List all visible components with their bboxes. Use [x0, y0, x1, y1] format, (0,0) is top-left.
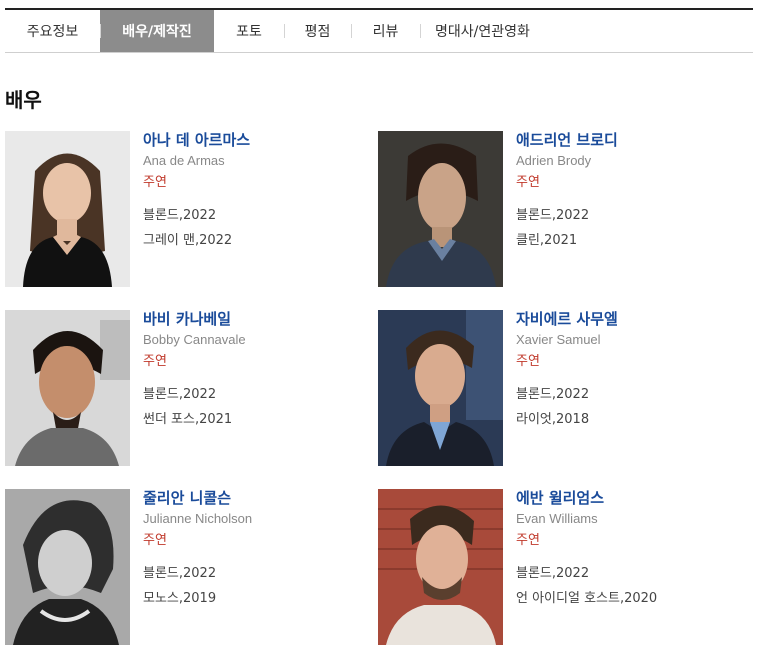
tab-cast-crew[interactable]: 배우/제작진	[100, 10, 214, 52]
tab-rating[interactable]: 평점	[284, 10, 351, 52]
tab-quotes-related[interactable]: 명대사/연관영화	[420, 10, 545, 52]
actor-photo[interactable]	[5, 489, 130, 645]
actor-photo[interactable]	[378, 131, 503, 287]
actor-role: 주연	[143, 175, 167, 190]
filmography-item[interactable]: 언 아이디얼 호스트,2020	[516, 590, 657, 608]
filmography-item[interactable]: 블론드,2022	[143, 386, 246, 404]
actor-role: 주연	[516, 354, 540, 369]
actor-name-english: Julianne Nicholson	[143, 511, 253, 526]
tab-label: 주요정보	[26, 24, 79, 40]
actor-role: 주연	[143, 533, 167, 548]
tab-photo[interactable]: 포토	[214, 10, 284, 52]
actor-name-english: Adrien Brody	[516, 153, 592, 168]
actor-card: 자비에르 사무엘 Xavier Samuel 주연 블론드,2022 라이엇,2…	[378, 310, 738, 468]
actor-card: 애드리언 브로디 Adrien Brody 주연 블론드,2022 클린,202…	[378, 131, 738, 289]
actor-photo[interactable]	[378, 489, 503, 645]
actor-card: 바비 카나베일 Bobby Cannavale 주연 블론드,2022 썬더 포…	[5, 310, 365, 468]
actor-name-link[interactable]: 줄리안 니콜슨	[143, 489, 252, 507]
actor-card: 에반 윌리엄스 Evan Williams 주연 블론드,2022 언 아이디얼…	[378, 489, 738, 647]
actor-photo[interactable]	[5, 310, 130, 466]
actor-role: 주연	[516, 533, 540, 548]
actor-photo[interactable]	[5, 131, 130, 287]
filmography-item[interactable]: 모노스,2019	[143, 590, 252, 608]
filmography-item[interactable]: 블론드,2022	[516, 207, 618, 225]
tab-label: 평점	[304, 24, 331, 40]
actor-name-link[interactable]: 에반 윌리엄스	[516, 489, 657, 507]
actor-name-link[interactable]: 아나 데 아르마스	[143, 131, 250, 149]
tab-label: 리뷰	[372, 24, 399, 40]
actor-name-link[interactable]: 자비에르 사무엘	[516, 310, 618, 328]
filmography-item[interactable]: 클린,2021	[516, 232, 618, 250]
filmography-item[interactable]: 그레이 맨,2022	[143, 232, 250, 250]
filmography-item[interactable]: 블론드,2022	[516, 386, 618, 404]
tab-label: 배우/제작진	[122, 24, 192, 40]
filmography-item[interactable]: 블론드,2022	[516, 565, 657, 583]
tab-bar: 주요정보 배우/제작진 포토 평점 리뷰 명대사/연관영화	[5, 8, 753, 53]
filmography-item[interactable]: 블론드,2022	[143, 207, 250, 225]
actor-name-english: Evan Williams	[516, 511, 598, 526]
tab-main-info[interactable]: 주요정보	[5, 10, 100, 52]
actor-photo[interactable]	[378, 310, 503, 466]
tab-review[interactable]: 리뷰	[351, 10, 420, 52]
actor-name-english: Ana de Armas	[143, 153, 225, 168]
tab-label: 명대사/연관영화	[435, 24, 530, 40]
actor-name-link[interactable]: 바비 카나베일	[143, 310, 246, 328]
actor-card: 아나 데 아르마스 Ana de Armas 주연 블론드,2022 그레이 맨…	[5, 131, 365, 289]
actor-name-english: Xavier Samuel	[516, 332, 601, 347]
section-title: 배우	[5, 88, 42, 112]
filmography-item[interactable]: 라이엇,2018	[516, 411, 618, 429]
actor-role: 주연	[516, 175, 540, 190]
actor-card: 줄리안 니콜슨 Julianne Nicholson 주연 블론드,2022 모…	[5, 489, 365, 647]
actor-name-english: Bobby Cannavale	[143, 332, 246, 347]
actor-name-link[interactable]: 애드리언 브로디	[516, 131, 618, 149]
filmography-item[interactable]: 썬더 포스,2021	[143, 411, 246, 429]
tab-label: 포토	[236, 24, 262, 40]
actor-role: 주연	[143, 354, 167, 369]
filmography-item[interactable]: 블론드,2022	[143, 565, 252, 583]
